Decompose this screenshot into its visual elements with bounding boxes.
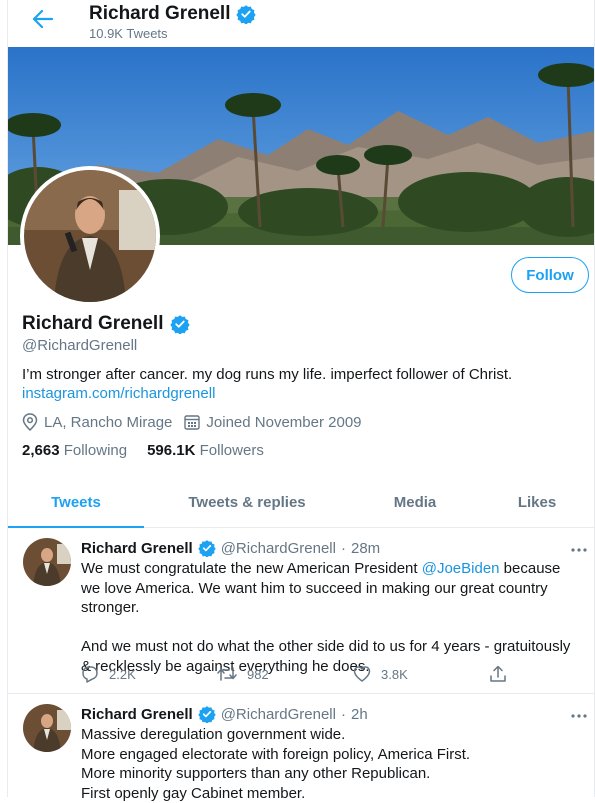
profile-joined: Joined November 2009 [184,414,361,431]
tweet[interactable]: Richard Grenell @RichardGrenell · 2h Mas… [8,694,594,797]
tweet-line: Massive deregulation government wide. [81,725,581,745]
back-button[interactable] [28,8,58,30]
tweet[interactable]: Richard Grenell @RichardGrenell · 28m We… [8,528,594,694]
tab-media[interactable]: Media [350,478,480,527]
back-arrow-icon [33,10,53,28]
profile-header-bar: Richard Grenell 10.9K Tweets [8,0,594,47]
tweet-avatar[interactable] [23,538,71,586]
profile-name-text: Richard Grenell [22,313,164,335]
like-count: 3.8K [381,667,408,682]
verified-badge-icon [198,539,216,557]
tab-likes[interactable]: Likes [480,478,594,527]
tweet-separator: · [341,540,346,557]
tweet-author-handle[interactable]: @RichardGrenell [221,540,336,557]
header-tweet-count: 10.9K Tweets [89,26,168,41]
following-count: 2,663 [22,442,60,459]
tweet-author-handle[interactable]: @RichardGrenell [221,706,336,723]
header-name: Richard Grenell [89,3,231,25]
following-link[interactable]: 2,663 Following [22,442,127,459]
follow-button[interactable]: Follow [511,257,589,293]
profile-stats: 2,663 Following 596.1K Followers [22,442,264,459]
profile-photo [24,170,156,302]
reply-icon [81,665,99,683]
verified-badge-icon [170,314,190,334]
tweet-more-button[interactable] [571,540,587,556]
profile-website-link[interactable]: instagram.com/richardgrenell [22,385,215,402]
tab-tweets-and-replies[interactable]: Tweets & replies [144,478,350,527]
tweet-text: We must congratulate the new American Pr… [81,559,581,676]
tweet-separator: · [341,706,346,723]
more-icon [571,547,587,553]
retweet-icon [217,666,237,682]
reply-button[interactable]: 2.2K [81,665,217,683]
tweet-timestamp[interactable]: 28m [351,540,380,557]
tweet-author-name[interactable]: Richard Grenell [81,706,193,723]
tweet-text-part1: We must congratulate the new American Pr… [81,560,422,577]
tweet-avatar[interactable] [23,704,71,752]
tweet-text: Massive deregulation government wide. Mo… [81,725,581,803]
location-icon [22,413,38,431]
profile-tabs: Tweets Tweets & replies Media Likes [8,478,594,528]
like-icon [353,666,371,682]
profile-name: Richard Grenell [22,313,190,335]
profile-handle: @RichardGrenell [22,337,137,354]
profile-location-text: LA, Rancho Mirage [44,414,172,431]
tweet-mention-link[interactable]: @JoeBiden [422,560,500,577]
tweet-line: More engaged electorate with foreign pol… [81,745,581,765]
tweet-header: Richard Grenell @RichardGrenell · 28m [81,539,380,557]
verified-badge-icon [198,705,216,723]
tweet-line: More minority supporters than any other … [81,764,581,784]
tweet-line: First openly gay Cabinet member. [81,784,581,803]
profile-joined-text: Joined November 2009 [206,414,361,431]
header-title: Richard Grenell [89,3,256,25]
retweet-count: 982 [247,667,269,682]
tweet-actions: 2.2K 982 3.8K [81,665,595,683]
profile-bio: I’m stronger after cancer. my dog runs m… [22,366,512,383]
tweet-author-name[interactable]: Richard Grenell [81,540,193,557]
followers-link[interactable]: 596.1K Followers [147,442,264,459]
followers-label: Followers [200,442,264,459]
share-icon [489,665,507,683]
profile-avatar[interactable] [20,166,160,306]
tweet-avatar-photo [23,704,71,752]
tweet-header: Richard Grenell @RichardGrenell · 2h [81,705,368,723]
tweet-avatar-photo [23,538,71,586]
reply-count: 2.2K [109,667,136,682]
calendar-icon [184,414,200,430]
more-icon [571,713,587,719]
profile-location: LA, Rancho Mirage [22,413,172,431]
tweet-more-button[interactable] [571,706,587,722]
retweet-button[interactable]: 982 [217,666,353,682]
verified-badge-icon [236,4,256,24]
following-label: Following [64,442,127,459]
tweet-timestamp[interactable]: 2h [351,706,368,723]
followers-count: 596.1K [147,442,195,459]
like-button[interactable]: 3.8K [353,666,489,682]
profile-meta: LA, Rancho Mirage Joined November 2009 [22,413,374,431]
share-button[interactable] [489,665,595,683]
tab-tweets[interactable]: Tweets [8,478,144,527]
